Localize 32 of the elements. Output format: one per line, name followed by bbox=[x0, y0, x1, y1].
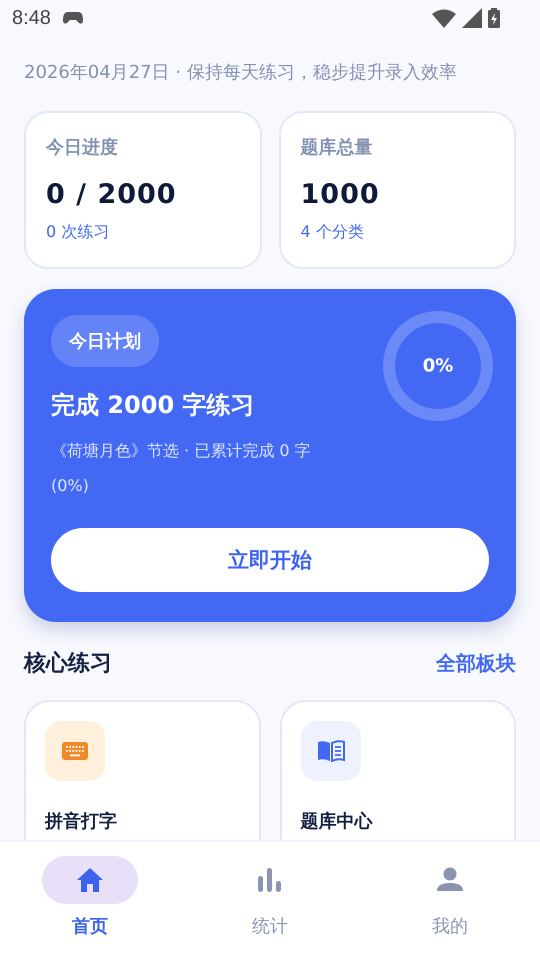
status-time: 8:48 bbox=[12, 6, 51, 30]
plan-description: 《荷塘月色》节选 · 已累计完成 0 字 bbox=[51, 441, 311, 462]
nav-tab[interactable]: 我的 bbox=[360, 856, 540, 960]
date-subtitle: 2026年04月27日 · 保持每天练习，稳步提升录入效率 bbox=[24, 61, 458, 84]
nav-tab[interactable]: 首页 bbox=[0, 856, 180, 960]
signal-icon bbox=[462, 8, 482, 28]
plan-title: 完成 2000 字练习 bbox=[51, 390, 255, 421]
nav-tab[interactable]: 统计 bbox=[180, 856, 360, 960]
stat-value: 1000 bbox=[300, 179, 381, 210]
plan-percent: (0%) bbox=[51, 476, 89, 495]
wifi-icon bbox=[432, 8, 456, 28]
gamepad-icon bbox=[62, 11, 83, 25]
feature-label: 题库中心 bbox=[300, 810, 374, 833]
bar-chart-icon bbox=[258, 868, 282, 892]
plan-badge: 今日计划 bbox=[51, 315, 159, 367]
feature-card[interactable]: 题库中心 bbox=[280, 700, 516, 840]
stat-note: 0 次练习 bbox=[46, 222, 110, 243]
start-button[interactable]: 立即开始 bbox=[51, 528, 489, 592]
progress-reading: 0% bbox=[422, 356, 454, 376]
battery-icon bbox=[488, 8, 500, 28]
stat-value: 0 / 2000 bbox=[46, 179, 178, 210]
all-sections-link[interactable]: 全部板块 bbox=[436, 650, 516, 676]
stat-label: 今日进度 bbox=[46, 136, 119, 159]
stat-label: 题库总量 bbox=[300, 136, 374, 159]
section-title: 核心练习 bbox=[24, 650, 112, 678]
home-icon bbox=[76, 867, 104, 893]
book-icon bbox=[316, 740, 344, 762]
feature-label: 拼音打字 bbox=[45, 810, 118, 833]
person-icon bbox=[437, 867, 463, 893]
stat-note: 4 个分类 bbox=[300, 222, 365, 243]
keyboard-icon bbox=[62, 742, 88, 760]
feature-card[interactable]: 拼音打字 bbox=[24, 700, 260, 840]
